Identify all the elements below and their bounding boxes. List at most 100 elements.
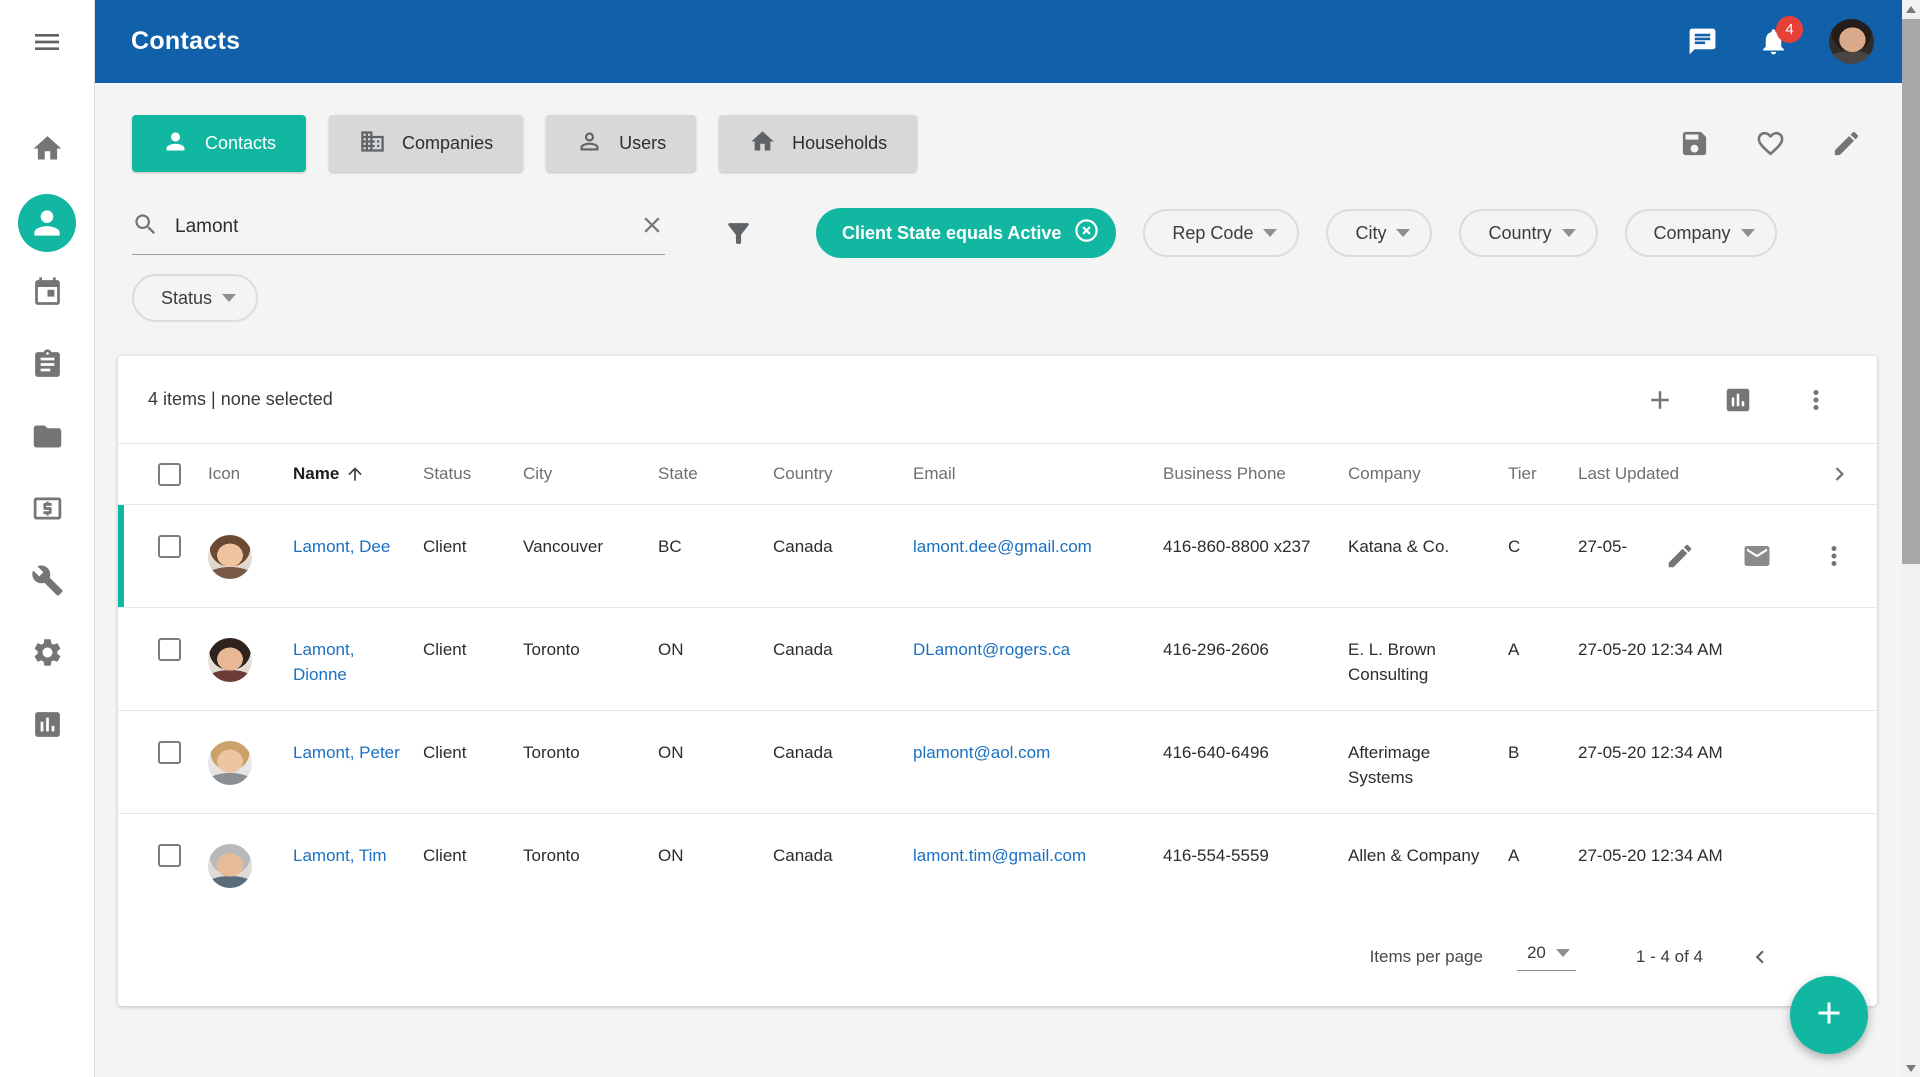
sort-ascending-icon [345,464,365,484]
row-checkbox[interactable] [158,535,181,558]
column-header-company[interactable]: Company [1348,464,1508,484]
chip-label: Rep Code [1172,223,1253,244]
cell-tier: A [1508,814,1578,917]
scrollbar-thumb[interactable] [1902,19,1920,564]
filter-chip-status[interactable]: Status [132,274,258,322]
contact-email-link[interactable]: plamont@aol.com [913,743,1050,762]
sidebar-item-calendar[interactable] [0,259,95,331]
filter-chip-city[interactable]: City [1326,209,1432,257]
column-header-tier[interactable]: Tier [1508,464,1578,484]
column-header-state[interactable]: State [658,464,773,484]
contact-email-link[interactable]: lamont.dee@gmail.com [913,537,1092,556]
contact-name-link[interactable]: Lamont, Tim [293,846,387,865]
tab-companies[interactable]: Companies [329,115,523,172]
filter-chip-country[interactable]: Country [1459,209,1597,257]
chevron-down-icon [1396,229,1410,237]
cell-last-updated: 27-05-20 12:34 AM [1578,608,1738,710]
table-row[interactable]: Lamont, Dee Client Vancouver BC Canada l… [118,505,1877,608]
page-title: Contacts [131,27,240,56]
column-header-status[interactable]: Status [423,464,523,484]
column-header-city[interactable]: City [523,464,658,484]
cell-country: Canada [773,608,913,710]
tab-contacts[interactable]: Contacts [132,115,306,172]
contact-name-link[interactable]: Lamont, Peter [293,743,400,762]
table-row[interactable]: Lamont, Dionne Client Toronto ON Canada … [118,608,1877,711]
tab-label: Users [619,133,666,154]
email-envelope-icon[interactable] [1742,541,1772,571]
column-header-email[interactable]: Email [913,464,1163,484]
filter-funnel-icon[interactable] [723,218,754,249]
user-avatar[interactable] [1829,19,1874,64]
more-options-kebab-icon[interactable] [1801,385,1831,415]
contact-name-link[interactable]: Lamont, Dee [293,537,390,556]
active-filter-chip[interactable]: Client State equals Active [816,208,1116,258]
contact-photo [208,535,252,579]
person-outline-icon [576,128,603,160]
cell-status: Client [423,711,523,813]
column-header-name[interactable]: Name [293,464,423,484]
column-header-business-phone[interactable]: Business Phone [1163,464,1348,484]
chip-label: Status [161,288,212,309]
select-all-checkbox[interactable] [158,463,181,486]
chat-icon[interactable] [1687,26,1718,57]
clear-search-icon[interactable] [639,212,665,243]
notifications-bell-icon[interactable]: 4 [1758,26,1789,57]
sidebar-item-home[interactable] [0,115,95,187]
favorite-heart-icon[interactable] [1755,128,1786,159]
filter-chip-company[interactable]: Company [1625,209,1777,257]
scroll-columns-right-icon[interactable] [1826,461,1853,488]
column-header-last-updated[interactable]: Last Updated [1578,464,1738,484]
column-header-country[interactable]: Country [773,464,913,484]
column-label: Tier [1508,464,1537,484]
sidebar-item-contacts[interactable] [0,187,95,259]
results-card: 4 items | none selected Icon Name Status… [118,356,1877,1006]
cell-city: Toronto [523,814,658,917]
selection-summary: 4 items | none selected [148,389,333,410]
row-checkbox[interactable] [158,741,181,764]
sidebar-item-billing[interactable] [0,475,95,547]
contact-email-link[interactable]: lamont.tim@gmail.com [913,846,1086,865]
row-checkbox[interactable] [158,638,181,661]
add-contact-fab[interactable] [1790,976,1868,1054]
cell-business-phone: 416-860-8800 x237 [1163,505,1348,607]
filter-chip-rep-code[interactable]: Rep Code [1143,209,1299,257]
row-kebab-icon[interactable] [1819,541,1849,571]
previous-page-icon[interactable] [1747,944,1773,970]
active-filter-label: Client State equals Active [842,223,1061,244]
remove-filter-icon[interactable] [1073,217,1100,249]
edit-pencil-icon[interactable] [1665,541,1695,571]
scrollbar-up-arrow[interactable] [1902,0,1920,18]
sidebar-item-documents[interactable] [0,403,95,475]
main-content: Contacts Companies Users Households [95,83,1902,1077]
sidebar-item-tools[interactable] [0,547,95,619]
contact-name-link[interactable]: Lamont, Dionne [293,640,354,684]
menu-icon[interactable] [0,0,94,83]
cell-city: Toronto [523,711,658,813]
cell-state: BC [658,505,773,607]
save-icon[interactable] [1679,128,1710,159]
table-row[interactable]: Lamont, Peter Client Toronto ON Canada p… [118,711,1877,814]
table-row[interactable]: Lamont, Tim Client Toronto ON Canada lam… [118,814,1877,917]
search-input[interactable] [175,216,623,238]
sidebar-item-settings[interactable] [0,619,95,691]
cell-last-updated: 27-05-20 12:34 AM [1578,711,1738,813]
add-column-plus-icon[interactable] [1645,385,1675,415]
clipboard-icon [31,348,64,386]
person-icon [18,194,76,252]
cell-business-phone: 416-554-5559 [1163,814,1348,917]
contact-email-link[interactable]: DLamont@rogers.ca [913,640,1070,659]
page-size-select[interactable]: 20 [1517,943,1576,971]
search-field [132,211,665,255]
chart-view-icon[interactable] [1723,385,1753,415]
sidebar-item-reports[interactable] [0,691,95,763]
column-header-icon[interactable]: Icon [208,464,293,484]
sidebar-item-tasks[interactable] [0,331,95,403]
contact-photo [208,741,252,785]
tab-households[interactable]: Households [719,115,917,172]
tab-users[interactable]: Users [546,115,696,172]
scrollbar-down-arrow[interactable] [1902,1059,1920,1077]
chip-label: Country [1488,223,1551,244]
chip-label: City [1355,223,1386,244]
row-checkbox[interactable] [158,844,181,867]
edit-pencil-icon[interactable] [1831,128,1862,159]
